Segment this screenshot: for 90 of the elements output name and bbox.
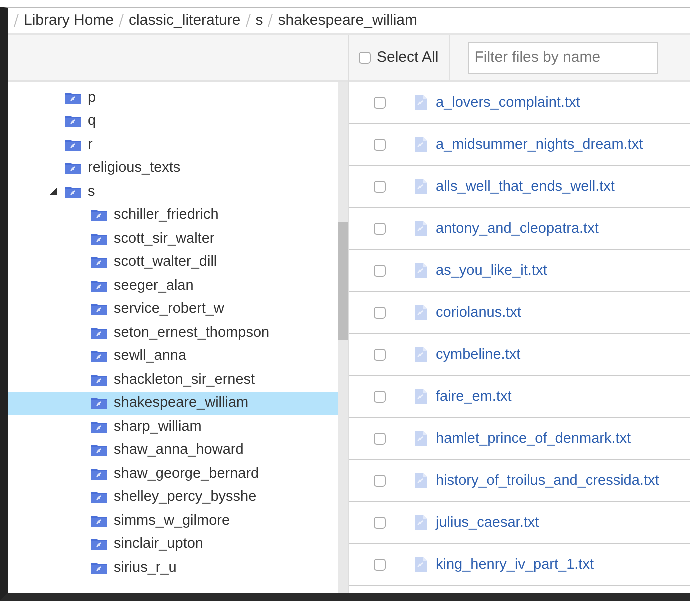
file-link[interactable]: a_lovers_complaint.txt [436,94,580,110]
tree-item[interactable]: seeger_alan [8,274,338,298]
folder-icon [90,232,108,246]
file-icon [415,515,427,530]
file-checkbox[interactable] [374,138,386,150]
folder-icon [90,396,108,410]
separator-icon [246,14,251,27]
folder-icon [90,560,108,575]
tree-item[interactable]: r [8,133,338,156]
tree-item[interactable]: shaw_anna_howard [8,438,338,462]
tree-item[interactable]: p [8,86,338,110]
file-link[interactable]: julius_caesar.txt [436,514,540,530]
tree-item[interactable]: shelley_percy_bysshe [8,486,338,509]
folder-icon [90,490,108,504]
file-icon [415,137,427,152]
folder-icon [90,466,108,481]
file-link[interactable]: alls_well_that_ends_well.txt [436,178,615,194]
file-icon [415,347,427,362]
tree-item[interactable]: simms_w_gilmore [8,509,338,532]
file-link[interactable]: history_of_troilus_and_cressida.txt [436,472,660,488]
tree-item[interactable]: shakespeare_william [8,392,338,415]
tree-item[interactable]: schiller_friedrich [8,204,338,227]
file-link[interactable]: coriolanus.txt [436,304,522,320]
file-icon [415,179,427,194]
folder-icon [64,114,82,128]
file-checkbox[interactable] [374,306,386,318]
file-link[interactable]: a_midsummer_nights_dream.txt [436,136,644,152]
file-link[interactable]: cymbeline.txt [436,346,521,362]
file-icon [415,221,427,236]
file-link[interactable]: hamlet_prince_of_denmark.txt [436,430,632,446]
file-icon [415,557,427,572]
tree-item[interactable]: scott_walter_dill [8,250,338,274]
file-checkbox[interactable] [374,348,386,360]
separator-icon [14,14,19,27]
folder-icon [90,326,108,340]
file-checkbox[interactable] [374,432,386,444]
file-link[interactable]: as_you_like_it.txt [436,262,548,278]
tree-item[interactable]: sewll_anna [8,344,338,368]
separator-icon [268,14,274,27]
file-checkbox[interactable] [374,390,386,402]
folder-icon [90,349,108,364]
tree-item[interactable]: sharp_william [8,415,338,438]
folder-icon [64,161,82,176]
file-icon [415,389,427,404]
tree-item[interactable]: shaw_george_bernard [8,462,338,486]
folder-icon [90,208,108,222]
folder-icon [90,537,108,552]
file-link[interactable]: faire_em.txt [436,388,512,404]
tree-item[interactable]: sirius_r_u [8,556,338,580]
folder-icon [90,255,108,270]
file-icon [415,95,427,110]
folder-icon [64,138,82,152]
separator-icon [119,14,124,27]
folder-icon [90,514,108,528]
file-checkbox[interactable] [374,222,386,234]
file-icon [415,263,427,278]
tree-item[interactable]: shackleton_sir_ernest [8,368,338,392]
folder-icon [64,184,82,199]
folder-icon [90,443,108,458]
file-checkbox[interactable] [374,180,386,192]
tree-item[interactable]: scott_sir_walter [8,227,338,250]
tree-item[interactable]: q [8,110,338,133]
scrollbar[interactable] [338,82,348,593]
folder-icon [90,372,108,387]
folder-icon [90,302,108,316]
breadcrumb-link[interactable]: s [256,12,264,29]
expanded-triangle-icon[interactable] [50,188,56,196]
file-icon [415,473,427,488]
tree-item[interactable]: service_robert_w [8,298,338,321]
file-icon [415,431,427,446]
file-link[interactable]: antony_and_cleopatra.txt [436,220,599,236]
folder-icon [90,420,108,434]
folder-icon [90,278,108,293]
breadcrumb-link[interactable]: Library Home [24,12,114,29]
select-all-checkbox[interactable]: Select All [349,35,450,80]
breadcrumb-link[interactable]: classic_literature [129,12,241,29]
file-checkbox[interactable] [374,516,386,528]
filter-field[interactable]: Filter files by name [468,42,658,74]
file-checkbox[interactable] [374,96,386,108]
tree-item[interactable]: s [8,180,338,204]
file-link[interactable]: king_henry_iv_part_1.txt [436,556,594,572]
tree-item[interactable]: seton_ernest_thompson [8,321,338,344]
file-checkbox[interactable] [374,558,386,570]
breadcrumb-link[interactable]: shakespeare_william [278,12,418,29]
file-checkbox[interactable] [374,474,386,486]
tree-item[interactable]: sinclair_upton [8,532,338,556]
tree-item[interactable]: religious_texts [8,156,338,180]
file-checkbox[interactable] [374,264,386,276]
file-icon [415,305,427,320]
folder-icon [64,90,82,105]
